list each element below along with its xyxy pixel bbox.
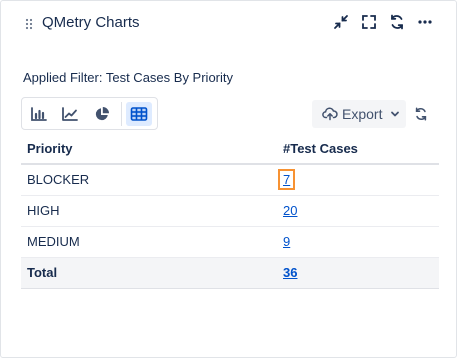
priority-cell: BLOCKER [21,164,277,196]
qmetry-charts-widget: QMetry Charts Applied Filter: Test Cases… [0,0,457,358]
widget-header: QMetry Charts [1,1,456,45]
table-row: MEDIUM 9 [21,226,439,258]
table-header-row: Priority #Test Cases [21,133,439,165]
count-cell: 9 [277,226,439,258]
total-label: Total [21,257,277,289]
priority-table: Priority #Test Cases BLOCKER 7 HIGH 20 M… [21,133,439,289]
priority-cell: HIGH [21,195,277,227]
line-chart-icon[interactable] [57,102,83,126]
count-cell: 7 [277,164,439,196]
total-count-link[interactable]: 36 [283,265,297,280]
table-row: BLOCKER 7 [21,164,439,196]
refresh-icon[interactable] [388,12,406,32]
table-row: HIGH 20 [21,195,439,227]
pie-chart-icon[interactable] [89,102,115,126]
more-icon[interactable] [416,12,434,32]
bar-chart-icon[interactable] [26,102,52,126]
table-icon[interactable] [126,102,152,126]
chevron-down-icon [390,110,400,118]
priority-cell: MEDIUM [21,226,277,258]
count-link[interactable]: 9 [283,234,290,249]
table-refresh-icon[interactable] [412,105,430,123]
highlight-box: 7 [278,169,296,191]
column-header-priority: Priority [21,133,277,165]
applied-filter-label: Applied Filter: Test Cases By Priority [23,70,233,85]
export-button[interactable]: Export [312,100,406,128]
count-link[interactable]: 7 [283,172,290,187]
chart-type-switcher [21,97,158,130]
total-count-cell: 36 [277,257,439,289]
total-row: Total 36 [21,257,439,289]
fullscreen-icon[interactable] [360,12,378,32]
count-link[interactable]: 20 [283,203,297,218]
column-header-test-cases: #Test Cases [277,133,439,165]
widget-title: QMetry Charts [42,14,140,31]
export-label: Export [342,106,383,122]
drag-handle-icon[interactable] [25,17,33,30]
switcher-divider [121,102,122,126]
collapse-icon[interactable] [332,12,350,32]
cloud-upload-icon [322,107,338,121]
count-cell: 20 [277,195,439,227]
